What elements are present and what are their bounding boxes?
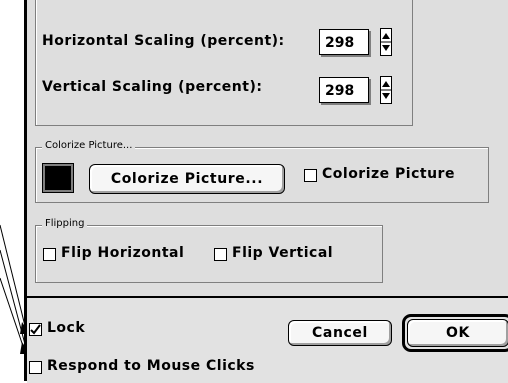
lock-checkbox[interactable]: [29, 323, 42, 336]
colorize-picture-checkbox[interactable]: [304, 169, 317, 182]
horizontal-scaling-label: Horizontal Scaling (percent):: [42, 33, 285, 49]
vertical-scaling-stepper[interactable]: [380, 76, 392, 104]
cancel-button[interactable]: Cancel: [288, 320, 392, 346]
lock-label: Lock: [47, 320, 86, 336]
color-swatch[interactable]: [42, 163, 74, 193]
colorize-panel: Colorize Picture... Colorize Picture... …: [35, 139, 489, 203]
stepper-arrows-icon: [381, 33, 391, 51]
flipping-group-title: Flipping: [42, 217, 88, 231]
horizontal-scaling-field[interactable]: 298: [319, 29, 369, 55]
flip-horizontal-label: Flip Horizontal: [61, 245, 185, 261]
scaling-panel: Horizontal Scaling (percent): 298 Vertic…: [35, 0, 413, 126]
respond-to-mouse-clicks-checkbox[interactable]: [29, 361, 42, 374]
dialog-footer: Lock Respond to Mouse Clicks Cancel OK: [27, 296, 508, 383]
checkmark-icon: [30, 324, 41, 335]
horizontal-scaling-stepper[interactable]: [380, 28, 392, 56]
flip-horizontal-checkbox[interactable]: [43, 248, 56, 261]
vertical-scaling-field[interactable]: 298: [319, 77, 369, 103]
vertical-scaling-label: Vertical Scaling (percent):: [42, 79, 263, 95]
picture-options-dialog: Horizontal Scaling (percent): 298 Vertic…: [24, 0, 508, 383]
respond-to-mouse-clicks-label: Respond to Mouse Clicks: [47, 358, 255, 374]
stepper-arrows-icon: [381, 81, 391, 99]
flipping-panel: Flipping Flip Horizontal Flip Vertical: [35, 217, 383, 283]
flip-vertical-label: Flip Vertical: [232, 245, 334, 261]
colorize-group-title: Colorize Picture...: [42, 139, 136, 153]
colorize-picture-checkbox-label: Colorize Picture: [322, 166, 455, 182]
colorize-picture-button[interactable]: Colorize Picture...: [89, 164, 285, 194]
flip-vertical-checkbox[interactable]: [214, 248, 227, 261]
ok-button[interactable]: OK: [407, 319, 508, 347]
